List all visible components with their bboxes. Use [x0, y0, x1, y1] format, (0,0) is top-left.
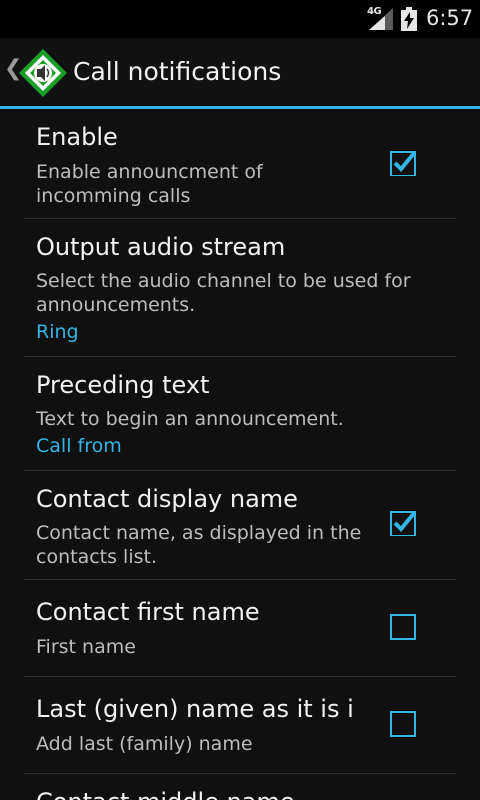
pref-summary: Select the audio channel to be used for …: [36, 270, 411, 316]
pref-preceding-text[interactable]: Preceding text Text to begin an announce…: [24, 357, 456, 471]
pref-title: Contact middle name: [36, 788, 376, 800]
status-bar: 4G 6:57: [0, 0, 480, 38]
checkbox-checked-icon[interactable]: [390, 150, 416, 176]
pref-enable[interactable]: Enable Enable announcment of incomming c…: [24, 109, 456, 219]
pref-contact-display-name[interactable]: Contact display name Contact name, as di…: [24, 471, 456, 580]
action-bar[interactable]: ❮ Call notifications: [0, 38, 480, 106]
pref-title: Last (given) name as it is i: [36, 695, 354, 723]
pref-title: Contact display name: [36, 485, 298, 513]
pref-value: Call from: [36, 435, 122, 457]
battery-charging-icon: [401, 7, 417, 31]
pref-title: Enable: [36, 123, 118, 151]
pref-contact-first-name[interactable]: Contact first name First name: [24, 580, 456, 677]
pref-summary: Add last (family) name: [36, 733, 253, 755]
clock: 6:57: [426, 6, 474, 30]
checkbox-checked-icon[interactable]: [390, 510, 416, 536]
checkbox-unchecked-icon[interactable]: [390, 614, 416, 640]
pref-output-audio-stream[interactable]: Output audio stream Select the audio cha…: [24, 219, 456, 357]
pref-summary: Contact name, as displayed in the contac…: [36, 522, 362, 568]
pref-last-name[interactable]: Last (given) name as it is i Add last (f…: [24, 677, 456, 774]
pref-summary: First name: [36, 636, 136, 658]
pref-summary: Text to begin an announcement.: [36, 408, 344, 430]
screen: 4G 6:57 ❮ Call notifications Enable Enab: [0, 0, 480, 800]
checkbox-unchecked-icon[interactable]: [390, 711, 416, 737]
pref-contact-middle-name[interactable]: Contact middle name: [24, 774, 456, 800]
signal-icon: [369, 8, 393, 30]
pref-title: Output audio stream: [36, 233, 286, 261]
pref-title: Contact first name: [36, 598, 260, 626]
pref-summary: Enable announcment of incomming calls: [36, 161, 263, 207]
page-title: Call notifications: [73, 57, 282, 86]
pref-title: Preceding text: [36, 371, 210, 399]
speaker-diamond-icon[interactable]: [17, 47, 69, 99]
pref-value: Ring: [36, 321, 79, 343]
